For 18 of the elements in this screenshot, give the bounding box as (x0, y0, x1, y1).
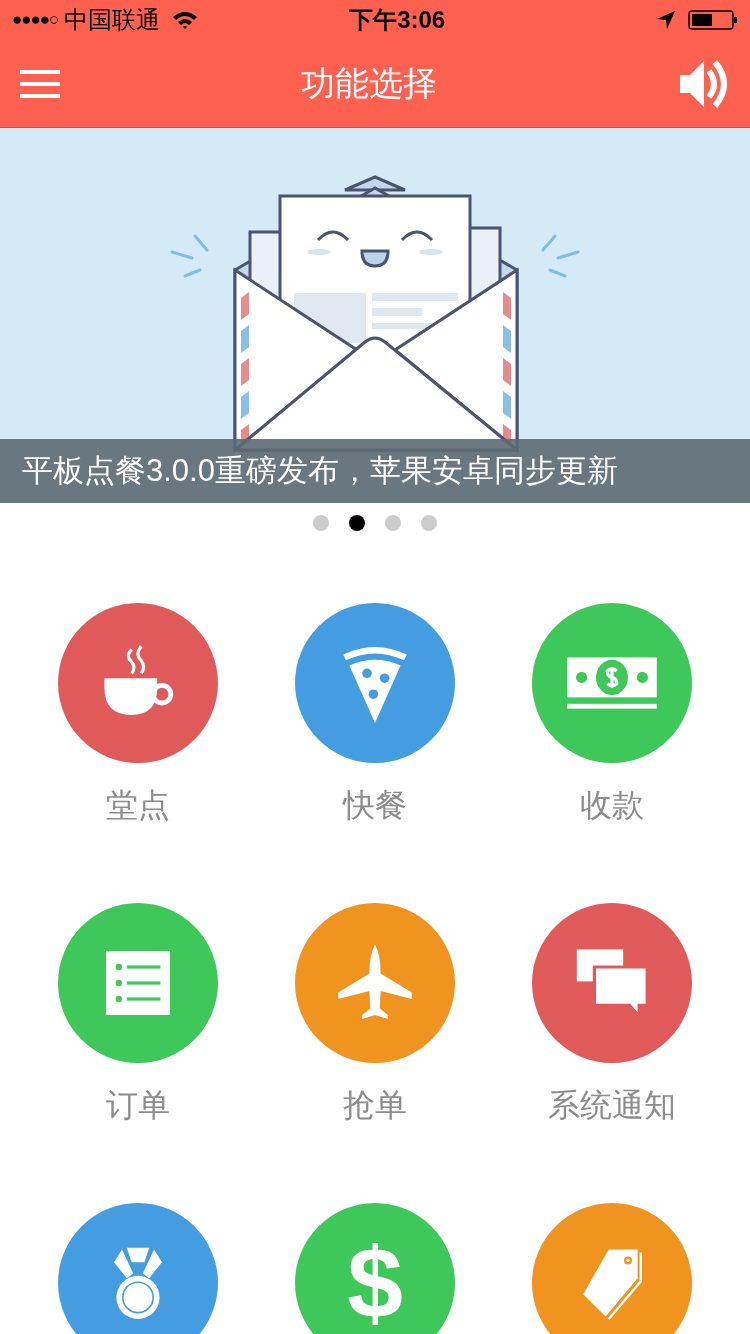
battery-icon (688, 10, 738, 30)
wifi-icon (172, 10, 199, 30)
location-arrow-icon (656, 10, 676, 30)
feature-label: 快餐 (343, 786, 407, 825)
feature-label: 订单 (106, 1086, 171, 1125)
banner-caption: 平板点餐3.0.0重磅发布，苹果安卓同步更新 (22, 451, 618, 490)
menu-icon[interactable] (20, 67, 60, 100)
page-title: 功能选择 (301, 63, 437, 104)
feature-button[interactable]: $ (295, 1203, 455, 1334)
carrier-name: 中国联通 (64, 5, 161, 35)
feature-label: 系统通知 (547, 1086, 676, 1125)
signal-strength: ●●●●○ (12, 9, 59, 32)
feature-label: 堂点 (106, 786, 171, 825)
status-time: 下午3:06 (349, 5, 446, 35)
feature-label: 抢单 (343, 1086, 407, 1125)
feature-label: 收款 (579, 786, 644, 825)
speaker-icon[interactable] (678, 58, 730, 109)
dollar-icon: $ (347, 1233, 403, 1333)
